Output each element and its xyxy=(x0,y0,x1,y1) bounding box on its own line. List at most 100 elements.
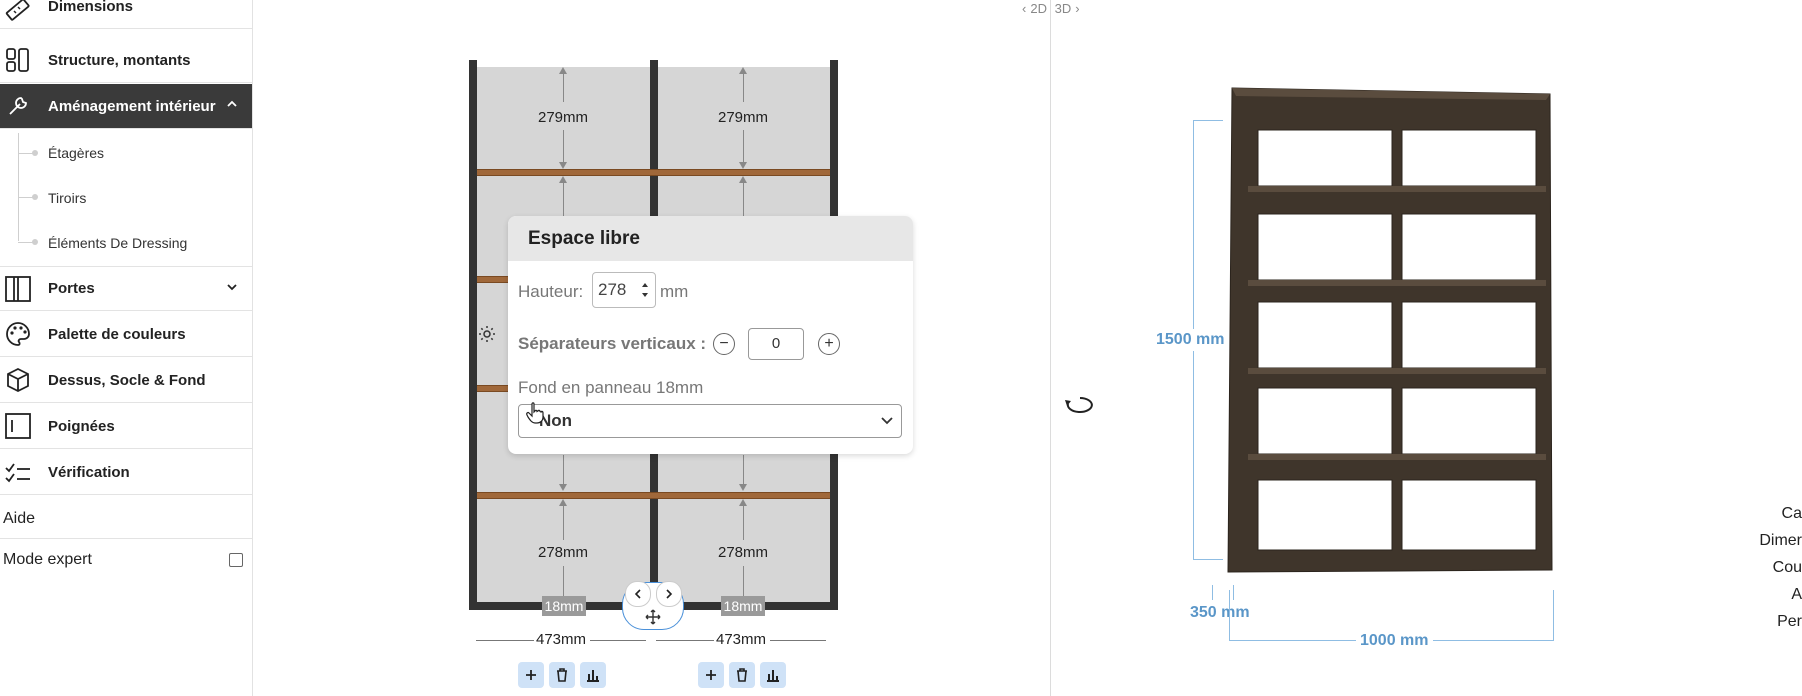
move-icon[interactable] xyxy=(645,609,661,625)
structure-icon xyxy=(6,48,29,72)
dim-line xyxy=(563,72,564,102)
cutoff-label: Ca xyxy=(1781,505,1802,522)
gear-icon[interactable] xyxy=(478,325,496,343)
hand-cursor-icon xyxy=(526,402,544,424)
dim-line xyxy=(743,72,744,102)
sidebar: Dimensions Structure, montants Aménageme… xyxy=(0,0,253,696)
doors-icon xyxy=(5,276,31,302)
bar-chart-icon xyxy=(587,670,599,682)
decrement-button[interactable]: − xyxy=(713,333,735,355)
cell-height-label: 279mm xyxy=(717,109,769,126)
cube-icon xyxy=(7,367,29,393)
menu-item-label: Structure, montants xyxy=(48,51,191,69)
height-value: 278 xyxy=(598,280,627,299)
cabinet-3d-model[interactable] xyxy=(1226,86,1554,574)
chevron-left-icon[interactable]: ‹ xyxy=(1022,1,1026,16)
sub-item-tiroirs[interactable]: Tiroirs xyxy=(0,176,252,220)
dim-tick xyxy=(1553,590,1554,640)
checklist-icon xyxy=(5,463,30,483)
thickness-badge: 18mm xyxy=(542,596,586,616)
separators-input[interactable]: 0 xyxy=(748,328,804,360)
shelf[interactable] xyxy=(477,169,830,176)
menu-item-dessus[interactable]: Dessus, Socle & Fond xyxy=(0,358,252,403)
distribute-button[interactable] xyxy=(580,662,606,688)
delete-button[interactable] xyxy=(549,662,575,688)
cell-height-label: 278mm xyxy=(537,544,589,561)
menu-item-label: Dessus, Socle & Fond xyxy=(48,371,206,389)
chevron-right-button[interactable] xyxy=(656,581,682,607)
shelf[interactable] xyxy=(477,492,830,499)
height-label: Hauteur: xyxy=(518,282,584,301)
minus-icon: − xyxy=(719,335,729,352)
menu-item-poignees[interactable]: Poignées xyxy=(0,404,252,449)
wrench-icon xyxy=(9,97,27,115)
thickness-badge: 18mm xyxy=(721,596,765,616)
bar-chart-icon xyxy=(767,670,779,682)
chevron-left-button[interactable] xyxy=(625,581,651,607)
back-panel-select[interactable]: Non xyxy=(518,404,902,438)
sub-item-label: Tiroirs xyxy=(48,190,87,206)
column-width-label: 473mm xyxy=(716,631,767,648)
stepper-icon[interactable] xyxy=(641,282,649,298)
trash-icon xyxy=(557,668,567,682)
frame-left xyxy=(469,60,477,610)
plus-icon xyxy=(526,670,536,680)
arrow-down-icon xyxy=(559,484,567,491)
height-input[interactable]: 278 xyxy=(592,272,656,308)
cutoff-label: Cou xyxy=(1772,559,1802,576)
delete-button[interactable] xyxy=(729,662,755,688)
dim-line xyxy=(563,181,564,217)
cutoff-label: A xyxy=(1791,586,1802,603)
width-dim-line xyxy=(770,640,826,641)
depth-dim-label: 350 mm xyxy=(1190,604,1250,621)
sub-item-label: Éléments De Dressing xyxy=(48,235,188,251)
dim-line xyxy=(563,504,564,540)
menu-item-portes[interactable]: Portes xyxy=(0,266,252,311)
menu-item-label: Palette de couleurs xyxy=(48,325,186,343)
help-label: Aide xyxy=(3,509,36,527)
menu-item-label: Portes xyxy=(48,280,95,297)
sub-item-label: Étagères xyxy=(48,145,105,161)
chevron-right-icon[interactable]: › xyxy=(1075,1,1079,16)
menu-item-palette[interactable]: Palette de couleurs xyxy=(0,312,252,357)
width-dim-label: 1000 mm xyxy=(1356,632,1433,650)
add-button[interactable] xyxy=(518,662,544,688)
sub-item-etageres[interactable]: Étagères xyxy=(0,131,252,175)
distribute-button[interactable] xyxy=(760,662,786,688)
toggle-2d[interactable]: 2D xyxy=(1030,1,1047,16)
plus-icon xyxy=(706,670,716,680)
help-link[interactable]: Aide xyxy=(0,499,252,539)
cutoff-label: Per xyxy=(1777,613,1802,630)
dim-line xyxy=(743,504,744,540)
column-nav-control xyxy=(622,581,684,630)
free-space-popup: Espace libre Hauteur: 278 mm Séparateurs… xyxy=(508,216,913,454)
ruler-icon xyxy=(5,0,30,21)
dim-tick xyxy=(1233,585,1234,600)
menu-item-label: Vérification xyxy=(48,463,130,481)
dim-line xyxy=(563,130,564,163)
menu-item-structure[interactable]: Structure, montants xyxy=(0,38,252,83)
toggle-3d[interactable]: 3D xyxy=(1055,1,1072,16)
menu-item-dimensions[interactable]: Dimensions xyxy=(0,0,252,29)
menu-item-verification[interactable]: Vérification xyxy=(0,450,252,495)
sub-item-elements-dressing[interactable]: Éléments De Dressing xyxy=(0,221,252,265)
chevron-down-icon xyxy=(881,417,893,425)
trash-icon xyxy=(737,668,747,682)
dim-line xyxy=(563,566,564,596)
increment-button[interactable]: + xyxy=(818,333,840,355)
add-button[interactable] xyxy=(698,662,724,688)
palette-icon xyxy=(6,322,30,346)
menu-item-amenagement[interactable]: Aménagement intérieur xyxy=(0,84,252,129)
width-dim-line xyxy=(590,640,646,641)
chevron-right-icon xyxy=(666,589,673,599)
column-width-label: 473mm xyxy=(536,631,587,648)
height-dim-label: 1500 mm xyxy=(1152,329,1229,351)
dim-tick xyxy=(1229,590,1230,640)
rotate-icon[interactable] xyxy=(1062,390,1098,420)
expert-mode-checkbox[interactable] xyxy=(229,553,243,567)
arrow-down-icon xyxy=(559,162,567,169)
chevron-up-icon xyxy=(227,100,237,107)
width-dim-line xyxy=(656,640,714,641)
expert-mode-label: Mode expert xyxy=(3,551,92,568)
expert-mode-row[interactable]: Mode expert xyxy=(0,540,252,580)
